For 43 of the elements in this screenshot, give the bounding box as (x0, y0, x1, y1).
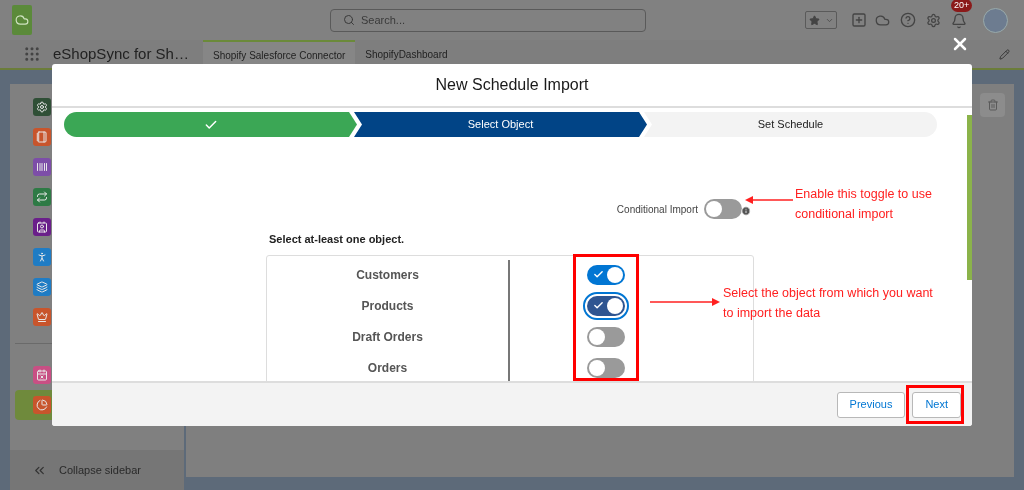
check-icon (593, 269, 604, 280)
annotation-arrow (745, 196, 793, 204)
collapse-sidebar-button[interactable]: Collapse sidebar (10, 450, 184, 490)
edit-icon[interactable] (999, 48, 1010, 60)
object-name: Draft Orders (352, 329, 423, 346)
previous-button[interactable]: Previous (836, 391, 906, 418)
nav-tab[interactable]: ShopifyDashboard (355, 40, 458, 68)
object-name: Orders (367, 360, 408, 377)
app-name: eShopSync for Sh… (53, 43, 190, 64)
annotation-arrow (650, 298, 720, 306)
add-icon[interactable] (851, 12, 867, 28)
star-icon (808, 14, 820, 26)
help-icon[interactable] (900, 12, 916, 28)
annotation-text: Select the object from which you want to import the data (723, 285, 933, 322)
notification-badge: 20+ (951, 0, 973, 12)
trash-icon (986, 99, 999, 111)
conditional-import-toggle[interactable] (704, 199, 742, 219)
object-name: Customers (356, 267, 419, 284)
modal-title: New Schedule Import (435, 75, 589, 95)
app-launcher-icon[interactable] (23, 45, 41, 63)
favorites-button[interactable] (805, 11, 837, 29)
object-toggle[interactable] (587, 327, 625, 347)
instruction-text: Select at-least one object. (269, 232, 405, 247)
avatar[interactable] (983, 7, 1008, 33)
notification-icon[interactable] (951, 13, 967, 29)
path-step[interactable]: Set Schedule (644, 112, 937, 137)
conditional-import-label: Conditional Import (616, 202, 698, 217)
delete-button[interactable] (980, 93, 1005, 117)
object-toggle[interactable] (587, 265, 625, 285)
search-input[interactable]: Search... (361, 11, 621, 29)
object-name: Products (361, 298, 414, 315)
app-logo (12, 5, 32, 35)
search-icon (343, 14, 355, 26)
highlight-frame (906, 385, 964, 424)
settings-icon[interactable] (926, 12, 941, 28)
cloud-icon[interactable] (875, 12, 890, 28)
check-icon (593, 300, 604, 311)
path-step[interactable]: Select Object (354, 112, 647, 137)
object-toggle[interactable] (587, 358, 625, 378)
info-icon[interactable] (741, 206, 751, 216)
search-field[interactable]: Search... (330, 8, 646, 32)
annotation-text: Enable this toggle to use conditional import (795, 186, 932, 223)
next-button[interactable]: Next (912, 391, 961, 418)
